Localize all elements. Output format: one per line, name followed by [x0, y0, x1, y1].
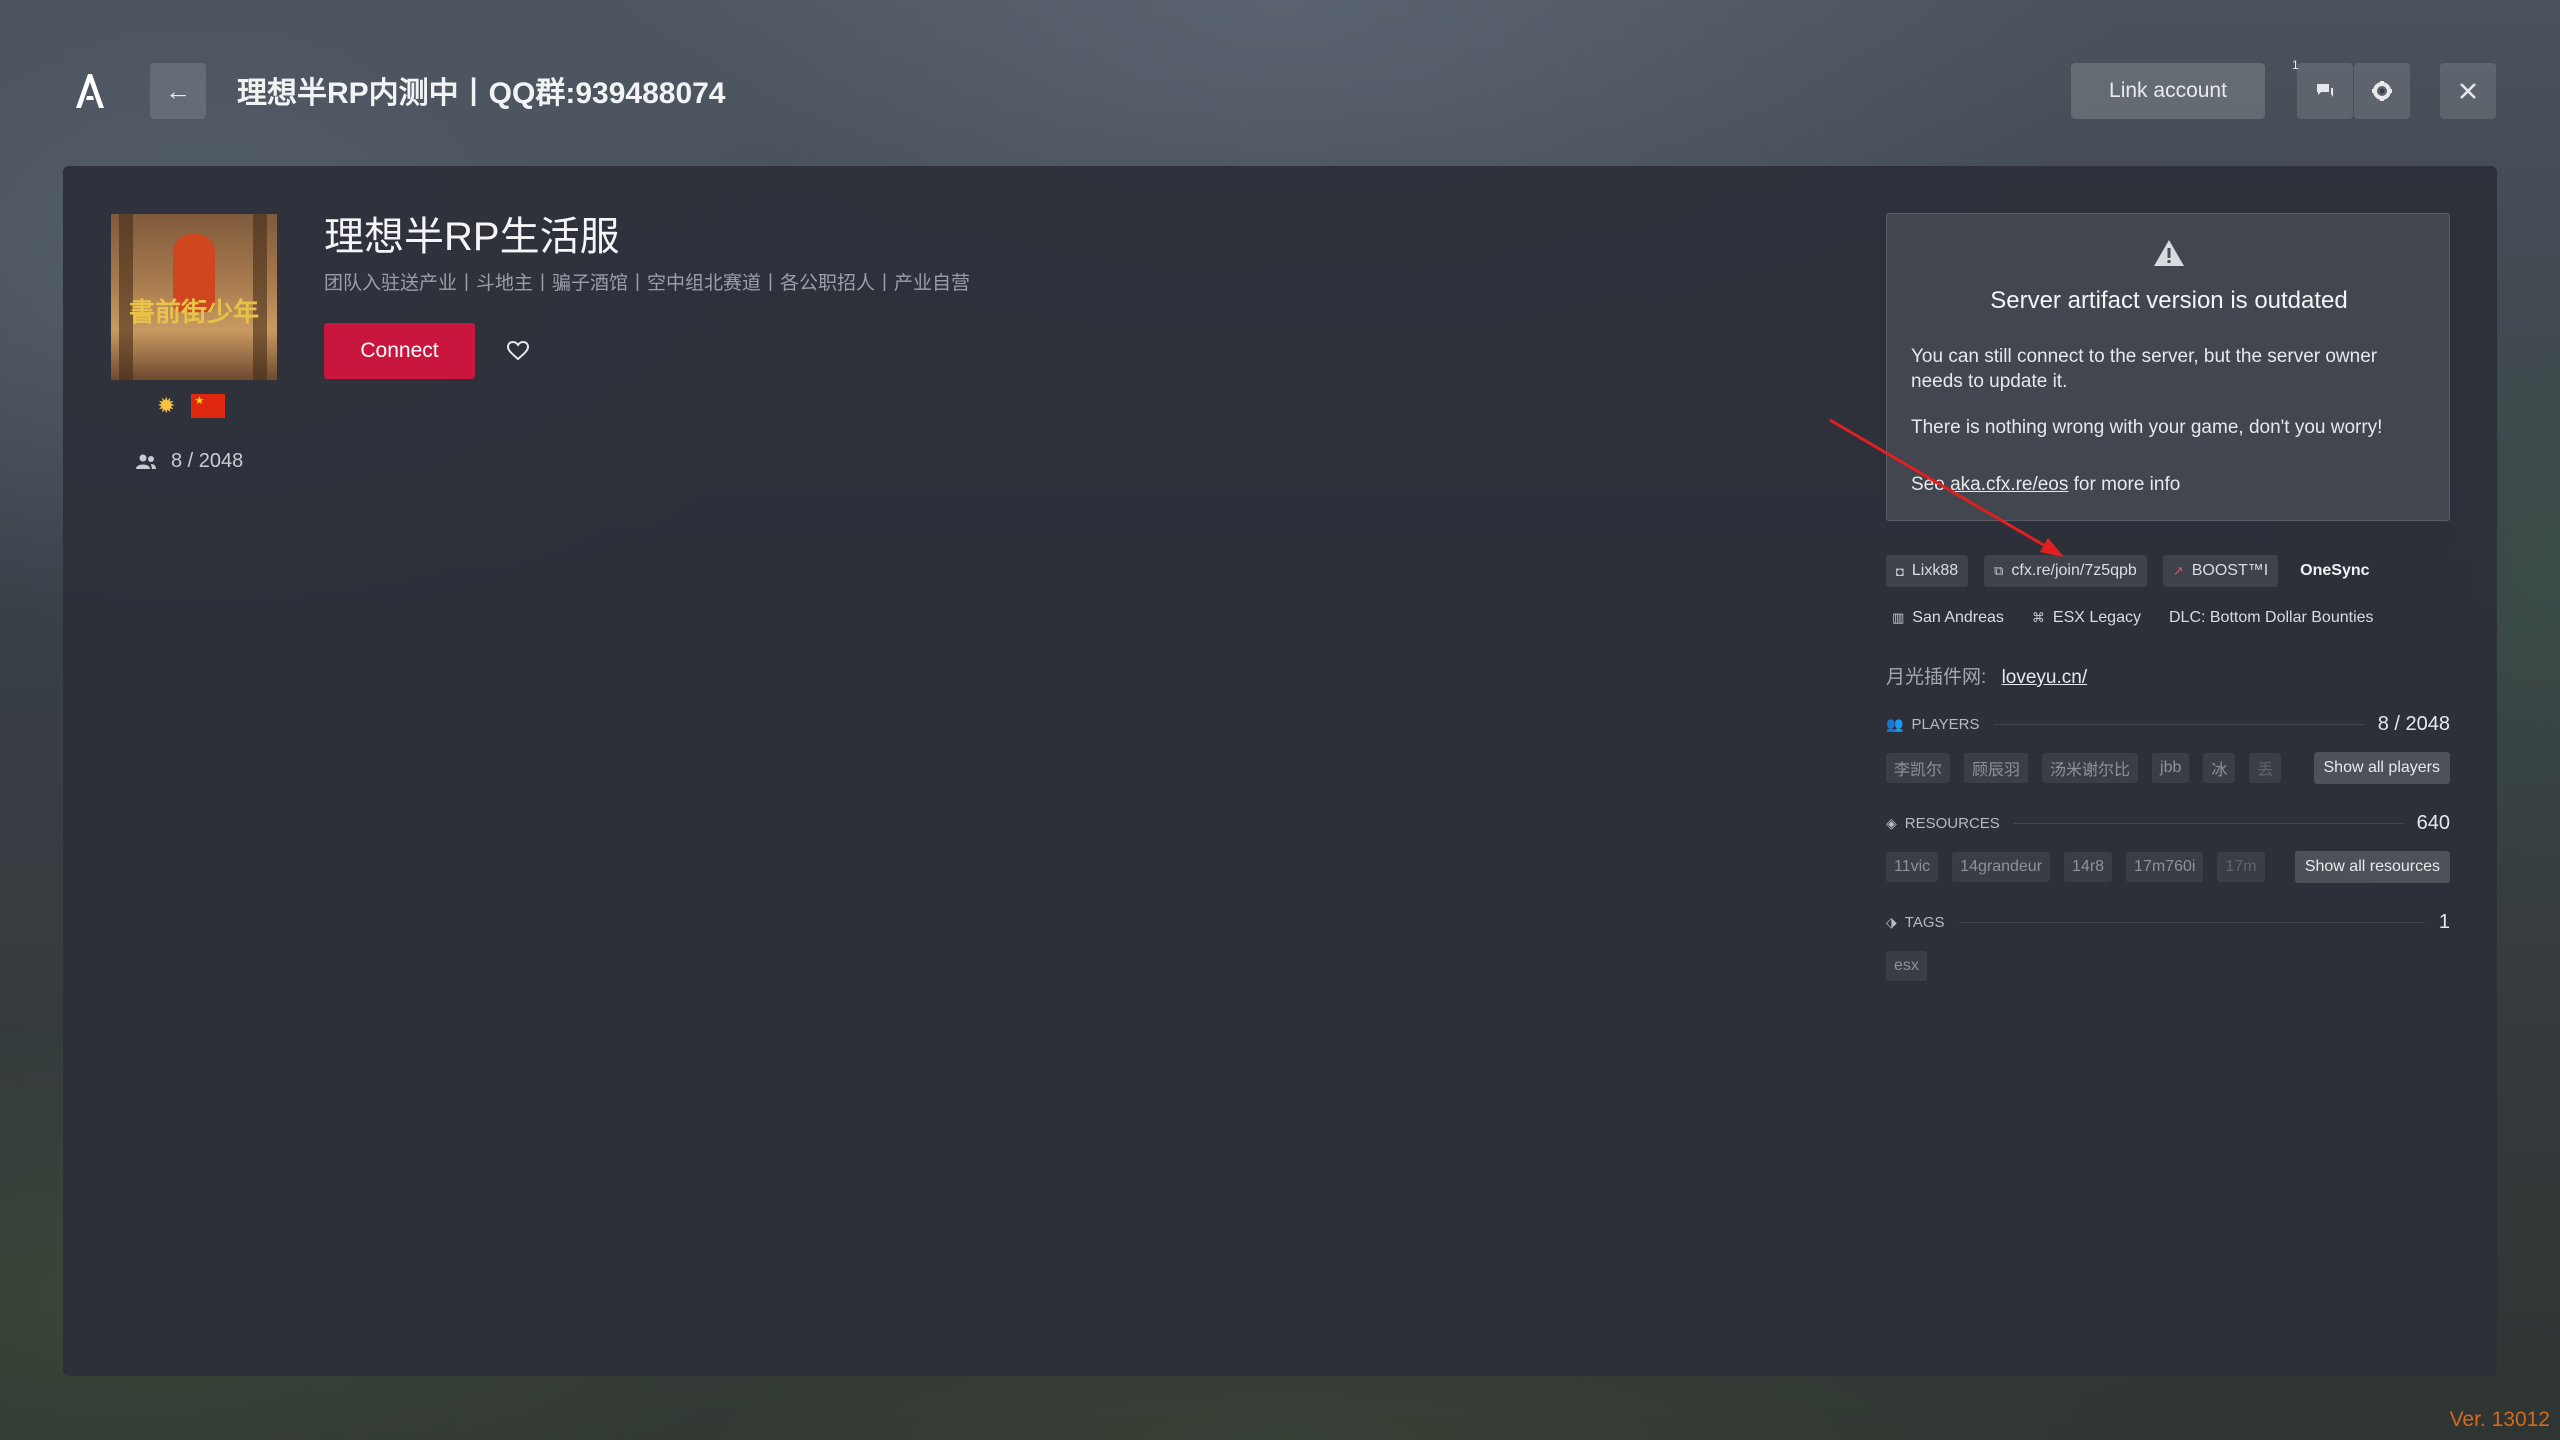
show-all-players-button[interactable]: Show all players: [2313, 752, 2450, 784]
eos-link[interactable]: aka.cfx.re/eos: [1950, 474, 2068, 495]
player-tag: 丢: [2249, 753, 2282, 783]
resource-tag: 11vic: [1886, 852, 1939, 882]
robot-icon: ◘: [1896, 563, 1904, 579]
gear-icon: [2372, 81, 2392, 101]
player-count: 8 / 2048: [135, 450, 243, 473]
player-tag: 冰: [2203, 753, 2236, 783]
back-button[interactable]: ←: [150, 63, 206, 119]
link-account-button[interactable]: Link account: [2071, 63, 2265, 119]
warning-title: Server artifact version is outdated: [1990, 287, 2348, 314]
server-meta-row-2: ▥ San Andreas ⌘ ESX Legacy DLC: Bottom D…: [1886, 602, 2450, 634]
join-link-chip[interactable]: ⧉ cfx.re/join/7z5qpb: [1984, 555, 2147, 587]
onesync-chip: OneSync: [2300, 562, 2370, 579]
tags-section-header: ⬗ TAGS 1: [1886, 910, 2450, 933]
china-flag-icon: [191, 394, 226, 418]
warning-text-1: You can still connect to the server, but…: [1911, 346, 2378, 392]
resource-tag: 17m: [2217, 852, 2265, 882]
website-link[interactable]: loveyu.cn/: [2002, 667, 2088, 688]
tag-icon: ⬗: [1886, 913, 1897, 930]
website-label: 月光插件网:: [1886, 667, 1987, 688]
player-tag: 李凯尔: [1886, 753, 1951, 783]
close-button[interactable]: [2440, 63, 2496, 119]
warning-text-2: There is nothing wrong with your game, d…: [1911, 417, 2383, 438]
server-detail-panel: 書前街少年 ✹ 8 / 2048 理想半RP生活服 团队入驻送产业丨斗地主丨骗子…: [63, 166, 2497, 1376]
gametype-chip: ⌘ ESX Legacy: [2031, 609, 2141, 626]
layers-icon: ◈: [1886, 814, 1897, 831]
chat-icon: [2317, 84, 2333, 97]
page-title: 理想半RP内测中丨QQ群:939488074: [237, 77, 726, 110]
version-label: Ver. 13012: [2449, 1408, 2550, 1431]
arrow-left-icon: ←: [165, 75, 191, 106]
copy-icon: ⧉: [1994, 563, 2004, 578]
tags-count: 1: [2438, 910, 2450, 933]
server-icon-image: 書前街少年: [111, 214, 277, 380]
server-flags: ✹: [157, 393, 226, 419]
map-icon: ▥: [1892, 610, 1905, 625]
show-all-resources-button[interactable]: Show all resources: [2294, 851, 2450, 883]
warning-icon: [2154, 240, 2184, 266]
map-chip: ▥ San Andreas: [1892, 609, 2004, 626]
player-tag: 顾辰羽: [1964, 753, 2029, 783]
resource-tag: 14grandeur: [1952, 852, 2051, 882]
resources-section-header: ◈ RESOURCES 640: [1886, 811, 2450, 834]
owner-chip[interactable]: ◘ Lixk88: [1886, 555, 1969, 587]
tags-list: esx: [1886, 950, 2450, 982]
server-meta-row-1: ◘ Lixk88 ⧉ cfx.re/join/7z5qpb ↗ BOOST™I …: [1886, 555, 2450, 587]
warning-text-3: See aka.cfx.re/eos for more info: [1911, 474, 2181, 495]
resources-list: 11vic 14grandeur 14r8 17m760i 17m Show a…: [1886, 851, 2450, 883]
notifications-button[interactable]: [2297, 63, 2353, 119]
boost-chip[interactable]: ↗ BOOST™I: [2162, 555, 2279, 587]
favorite-button[interactable]: [503, 336, 533, 366]
player-count-text: 8 / 2048: [171, 450, 244, 472]
website-row: 月光插件网: loveyu.cn/: [1886, 662, 2087, 689]
server-name: 理想半RP生活服: [324, 215, 620, 259]
users-icon: [136, 454, 156, 469]
players-section-header: 👥 PLAYERS 8 / 2048: [1886, 712, 2450, 735]
cfx-logo-icon[interactable]: [72, 70, 108, 110]
resource-tag: 17m760i: [2126, 852, 2204, 882]
resource-tag: 14r8: [2064, 852, 2113, 882]
sun-icon: ✹: [157, 393, 176, 418]
player-tag: jbb: [2152, 753, 2190, 783]
top-bar: ← 理想半RP内测中丨QQ群:939488074 Link account 1: [0, 0, 2560, 170]
server-description: 团队入驻送产业丨斗地主丨骗子酒馆丨空中组北赛道丨各公职招人丨产业自营: [324, 273, 971, 294]
player-tag: 汤米谢尔比: [2042, 753, 2139, 783]
players-list: 李凯尔 顾辰羽 汤米谢尔比 jbb 冰 丢 Show all players: [1886, 752, 2450, 784]
resources-count: 640: [2416, 811, 2450, 834]
users-icon: 👥: [1886, 715, 1904, 732]
heart-icon: [507, 341, 529, 361]
gamepad-icon: ⌘: [2031, 610, 2045, 625]
server-tag: esx: [1886, 951, 1927, 981]
trend-icon: ↗: [2172, 563, 2184, 578]
dlc-chip: DLC: Bottom Dollar Bounties: [2168, 609, 2374, 626]
settings-button[interactable]: [2354, 63, 2410, 119]
connect-button[interactable]: Connect: [324, 323, 475, 379]
players-count: 8 / 2048: [2377, 712, 2450, 735]
outdated-warning: Server artifact version is outdated You …: [1886, 213, 2450, 521]
close-icon: [2460, 83, 2476, 99]
